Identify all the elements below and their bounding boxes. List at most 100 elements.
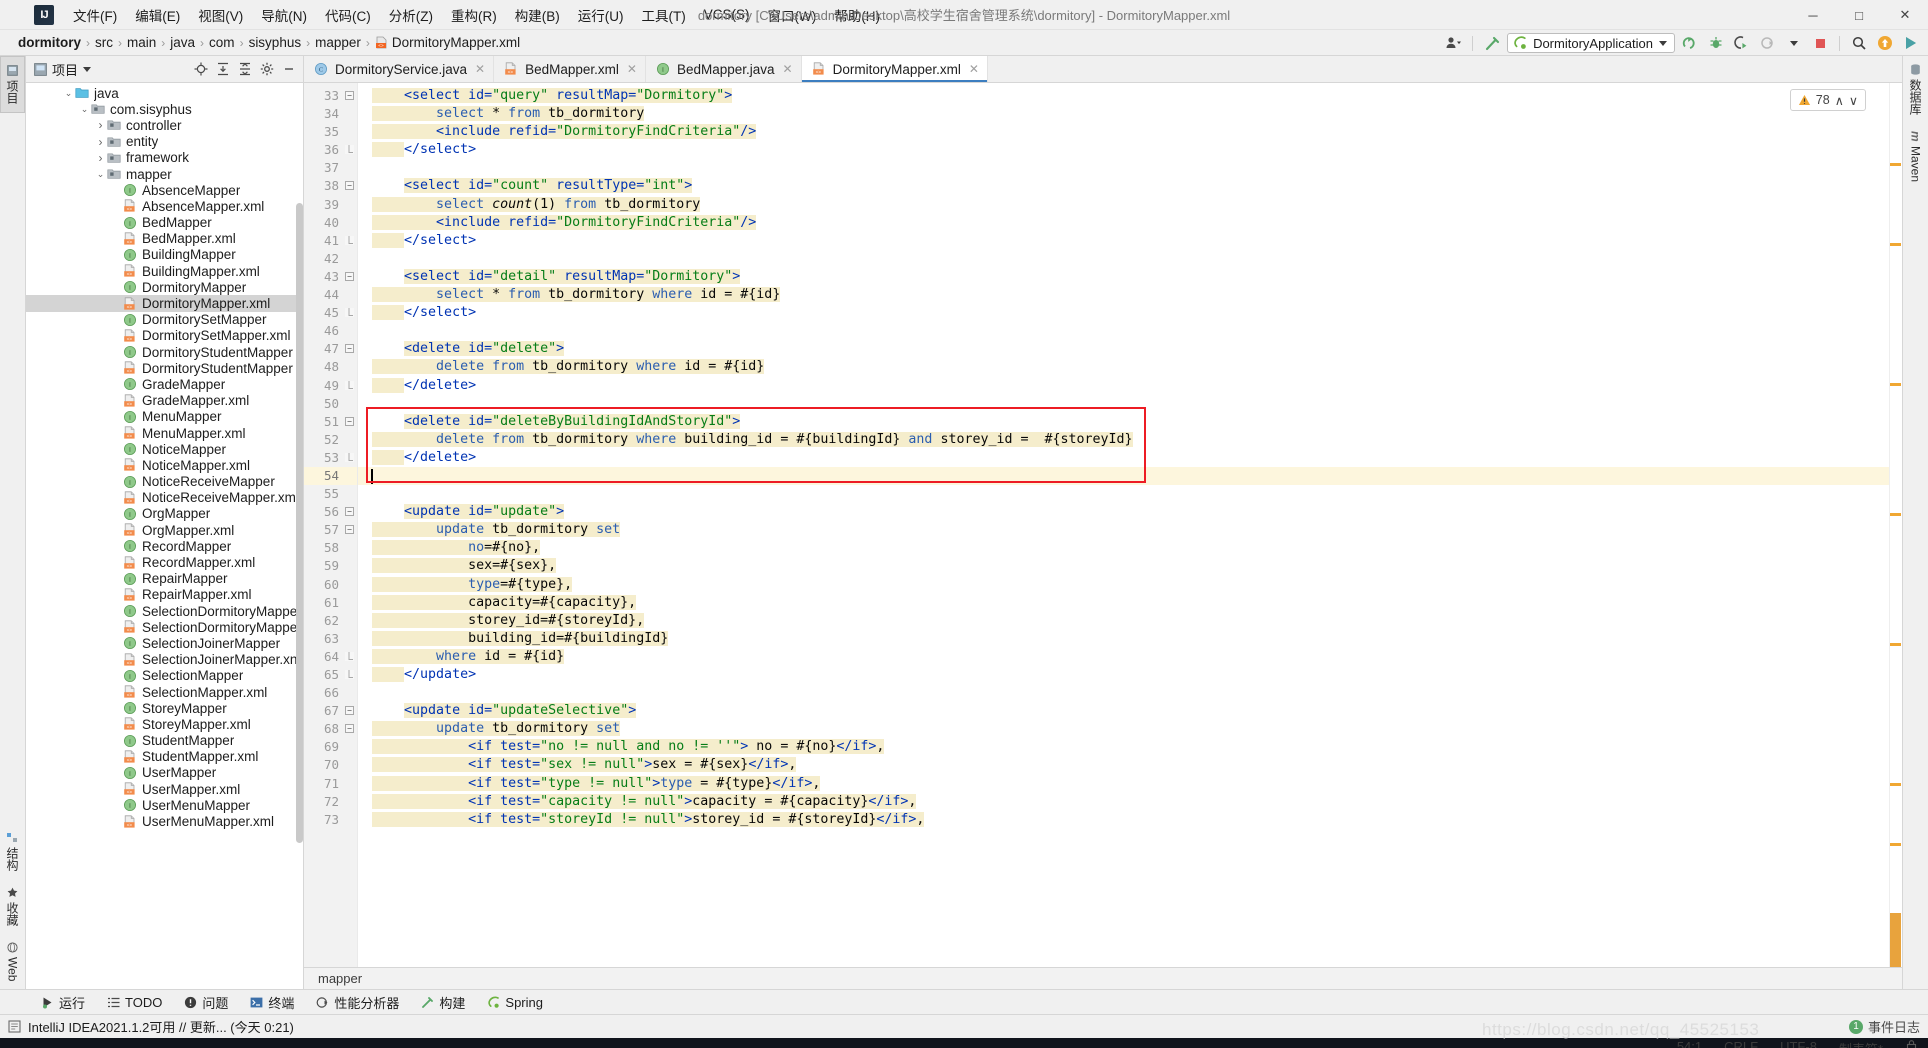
line-number[interactable]: 59 xyxy=(304,557,357,575)
code-line[interactable]: <include refid="DormitoryFindCriteria"/> xyxy=(358,123,1902,141)
code-line[interactable]: where id = #{id} xyxy=(358,648,1902,666)
tree-item[interactable]: ⌄ com.sisyphus xyxy=(26,101,303,117)
line-number[interactable]: 38− xyxy=(304,177,357,195)
sidebar-item-web[interactable]: Web xyxy=(0,934,25,989)
tree-item[interactable]: <> StudentMapper.xml xyxy=(26,749,303,765)
chevron-down-icon[interactable] xyxy=(1783,33,1805,53)
run-icon[interactable] xyxy=(1679,33,1701,53)
tree-item[interactable]: <> BuildingMapper.xml xyxy=(26,263,303,279)
run-with-coverage-icon[interactable] xyxy=(1731,33,1753,53)
event-log-button[interactable]: 1 事件日志 xyxy=(1848,1017,1920,1036)
build-hammer-icon[interactable] xyxy=(1481,33,1503,53)
code-line[interactable] xyxy=(358,250,1902,268)
breadcrumb-item-mapper[interactable]: mapper xyxy=(311,34,365,51)
tree-item[interactable]: <> UserMenuMapper.xml xyxy=(26,813,303,829)
code-line[interactable]: <select id="count" resultType="int"> xyxy=(358,177,1902,195)
search-everywhere-icon[interactable] xyxy=(1848,33,1870,53)
line-separator[interactable]: CRLF xyxy=(1724,1039,1758,1048)
code-line[interactable]: capacity=#{capacity}, xyxy=(358,594,1902,612)
editor-tab[interactable]: C DormitoryService.java ✕ xyxy=(304,56,495,82)
locate-icon[interactable] xyxy=(191,59,211,79)
code-line[interactable] xyxy=(358,159,1902,177)
sidebar-item-favorites[interactable]: 收藏 xyxy=(0,879,25,934)
close-tab-icon[interactable]: ✕ xyxy=(783,62,793,76)
line-number[interactable]: 68− xyxy=(304,720,357,738)
line-number[interactable]: 69 xyxy=(304,738,357,756)
menu-item-refactor[interactable]: 重构(R) xyxy=(442,1,506,29)
tree-item[interactable]: I UserMenuMapper xyxy=(26,797,303,813)
project-panel-title[interactable]: 项目 xyxy=(34,60,92,79)
fold-collapse-icon[interactable]: − xyxy=(345,724,354,734)
chevron-right-icon[interactable]: › xyxy=(94,118,107,132)
line-number[interactable]: 58 xyxy=(304,539,357,557)
fold-collapse-icon[interactable]: − xyxy=(345,507,354,517)
file-encoding[interactable]: UTF-8 xyxy=(1780,1039,1817,1048)
menu-item-help[interactable]: 帮助(H) xyxy=(825,1,889,29)
tree-item[interactable]: I DormitoryStudentMapper xyxy=(26,344,303,360)
line-number[interactable]: 49 xyxy=(304,377,357,395)
code-line[interactable] xyxy=(358,322,1902,340)
stripe-warning-mark[interactable] xyxy=(1890,783,1901,786)
fold-collapse-icon[interactable]: − xyxy=(345,706,354,716)
tree-item[interactable]: <> NoticeMapper.xml xyxy=(26,457,303,473)
tree-item[interactable]: <> NoticeReceiveMapper.xm xyxy=(26,490,303,506)
tree-item[interactable]: I AbsenceMapper xyxy=(26,182,303,198)
line-number[interactable]: 48 xyxy=(304,358,357,376)
line-number[interactable]: 73 xyxy=(304,811,357,829)
tool-button-run[interactable]: 运行 xyxy=(30,991,96,1014)
code-line[interactable]: delete from tb_dormitory where id = #{id… xyxy=(358,358,1902,376)
line-number[interactable]: 36 xyxy=(304,141,357,159)
code-line[interactable]: </select> xyxy=(358,232,1902,250)
debug-icon[interactable] xyxy=(1705,33,1727,53)
stripe-warning-block[interactable] xyxy=(1890,913,1901,967)
fold-collapse-icon[interactable]: − xyxy=(345,344,354,354)
code-line[interactable] xyxy=(358,684,1902,702)
tree-item[interactable]: I DormitoryMapper xyxy=(26,279,303,295)
editor-tab-active[interactable]: <> DormitoryMapper.xml ✕ xyxy=(801,56,988,82)
close-button[interactable]: ✕ xyxy=(1882,0,1928,30)
run-configuration-selector[interactable]: DormitoryApplication xyxy=(1507,33,1675,53)
tree-item[interactable]: <> MenuMapper.xml xyxy=(26,425,303,441)
tree-item-selected[interactable]: <> DormitoryMapper.xml xyxy=(26,295,303,312)
line-number[interactable]: 63 xyxy=(304,630,357,648)
stop-icon[interactable] xyxy=(1809,33,1831,53)
tree-item[interactable]: I StoreyMapper xyxy=(26,700,303,716)
tree-item[interactable]: I SelectionJoinerMapper xyxy=(26,635,303,651)
chevron-down-icon[interactable]: ⌄ xyxy=(78,104,91,115)
ide-assistant-icon[interactable] xyxy=(1900,33,1922,53)
tree-item[interactable]: I DormitorySetMapper xyxy=(26,312,303,328)
gear-icon[interactable] xyxy=(257,59,277,79)
code-line[interactable]: </delete> xyxy=(358,377,1902,395)
code-line[interactable]: </update> xyxy=(358,666,1902,684)
line-number[interactable]: 33− xyxy=(304,87,357,105)
code-line[interactable]: storey_id=#{storeyId}, xyxy=(358,612,1902,630)
menu-item-file[interactable]: 文件(F) xyxy=(64,1,126,29)
tree-item[interactable]: I RecordMapper xyxy=(26,538,303,554)
inspection-widget[interactable]: 78 ∧ ∨ xyxy=(1789,89,1866,111)
line-number[interactable]: 52 xyxy=(304,431,357,449)
close-tab-icon[interactable]: ✕ xyxy=(475,62,485,76)
stripe-warning-mark[interactable] xyxy=(1890,243,1901,246)
tree-item[interactable]: I BuildingMapper xyxy=(26,247,303,263)
code-line[interactable]: <delete id="deleteByBuildingIdAndStoryId… xyxy=(358,413,1902,431)
code-line[interactable]: delete from tb_dormitory where building_… xyxy=(358,431,1902,449)
line-number[interactable]: 56− xyxy=(304,503,357,521)
close-tab-icon[interactable]: ✕ xyxy=(969,62,979,76)
tree-item[interactable]: <> OrgMapper.xml xyxy=(26,522,303,538)
tree-item[interactable]: ⌄ mapper xyxy=(26,166,303,182)
chevron-down-icon[interactable]: ⌄ xyxy=(62,88,75,99)
code-line[interactable]: <update id="updateSelective"> xyxy=(358,702,1902,720)
fold-end-icon[interactable] xyxy=(345,308,354,318)
chevron-down-icon[interactable] xyxy=(83,66,92,72)
tree-item[interactable]: I SelectionDormitoryMappe xyxy=(26,603,303,619)
code-line[interactable]: <if test="type != null">type = #{type}</… xyxy=(358,775,1902,793)
fold-end-icon[interactable] xyxy=(345,380,354,390)
fold-collapse-icon[interactable]: − xyxy=(345,416,354,426)
code-line[interactable]: </delete> xyxy=(358,449,1902,467)
tree-item[interactable]: <> RepairMapper.xml xyxy=(26,587,303,603)
breadcrumb-item-sisyphus[interactable]: sisyphus xyxy=(245,34,306,51)
code-line[interactable]: <include refid="DormitoryFindCriteria"/> xyxy=(358,214,1902,232)
fold-end-icon[interactable] xyxy=(345,651,354,661)
editor-gutter[interactable]: 33−34 35 36 37 38−39 40 41 42 43−44 45 46 47−48 49 50… xyxy=(304,83,358,967)
tree-item[interactable]: › framework xyxy=(26,150,303,166)
